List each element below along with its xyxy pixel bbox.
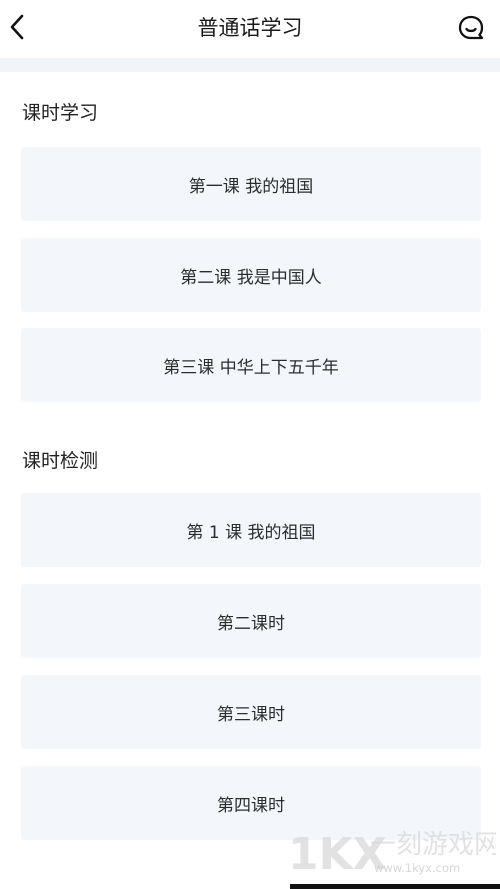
test-item[interactable]: 第二课时 <box>21 584 481 658</box>
chat-button[interactable] <box>456 13 486 43</box>
chat-bubble-icon <box>458 15 484 40</box>
app-screen: 普通话学习 课时学习 第一课 我的祖国 第二课 我是中国人 第三课 中华上下五千… <box>0 0 500 889</box>
navigation-bar: 普通话学习 <box>0 0 500 58</box>
page-title: 普通话学习 <box>197 16 303 40</box>
watermark-logo: 1KX 一刻游戏网 www.1kyx.com <box>288 829 496 879</box>
lesson-item[interactable]: 第一课 我的祖国 <box>21 147 481 221</box>
back-button[interactable] <box>2 8 32 46</box>
test-item[interactable]: 第三课时 <box>21 675 481 749</box>
lesson-item[interactable]: 第二课 我是中国人 <box>21 238 481 312</box>
section-title-tests: 课时检测 <box>22 450 99 472</box>
svg-text:www.1kyx.com: www.1kyx.com <box>374 861 460 875</box>
chevron-left-icon <box>10 14 24 40</box>
svg-text:一刻游戏网: 一刻游戏网 <box>370 830 496 860</box>
home-indicator <box>290 884 500 889</box>
test-item[interactable]: 第 1 课 我的祖国 <box>21 493 481 567</box>
section-title-lessons: 课时学习 <box>22 102 99 124</box>
header-divider-band <box>0 58 500 72</box>
lesson-item[interactable]: 第三课 中华上下五千年 <box>21 328 481 402</box>
